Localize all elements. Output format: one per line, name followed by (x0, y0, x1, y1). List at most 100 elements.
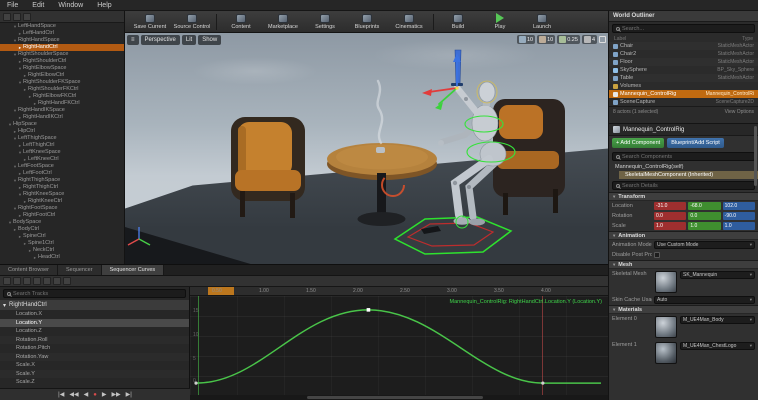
rig-tree-item[interactable]: ▾ RightFootSpace (0, 205, 124, 212)
settings-icon[interactable] (13, 12, 21, 21)
track-row-selected[interactable]: Location.Y (0, 318, 189, 327)
track-row[interactable]: Scale.Z (0, 378, 189, 387)
menu-item-file[interactable]: File (0, 2, 25, 9)
rig-tree-item[interactable]: ▸ RightElbowFKCtrl (0, 93, 124, 100)
rig-tree-item[interactable]: ▾ RightElbowSpace (0, 65, 124, 72)
marketplace-button[interactable]: Marketplace (262, 11, 304, 33)
rig-tree-item[interactable]: ▾ RightShoulderFKSpace (0, 79, 124, 86)
track-row[interactable]: Location.X (0, 310, 189, 319)
launch-button[interactable]: Launch (521, 11, 563, 33)
rig-tree-item[interactable]: ▾ RightKneeSpace (0, 191, 124, 198)
post-process-checkbox[interactable] (654, 252, 660, 258)
filter-icon[interactable] (3, 12, 11, 21)
rig-tree-item[interactable]: ▸ LeftHandCtrl (0, 30, 124, 37)
add-script-button[interactable]: Blueprint/Add Script (667, 138, 724, 148)
rig-tree-item[interactable]: ▸ RightFootCtrl (0, 212, 124, 219)
rig-tree-item[interactable]: ▸ RightShoulderCtrl (0, 58, 124, 65)
play-forward-button[interactable]: ▶ (102, 391, 107, 398)
rig-tree-item[interactable]: ▸ LeftKneeCtrl (0, 156, 124, 163)
details-scrollbar[interactable] (754, 126, 757, 186)
rig-tree-item[interactable]: ▾ LeftThighSpace (0, 135, 124, 142)
outliner-row[interactable]: SceneCapture SceneCapture2D (609, 98, 758, 106)
location-x-field[interactable]: -31.0 (654, 202, 687, 210)
camera-speed-button[interactable]: 4 (581, 35, 597, 44)
translate-gizmo[interactable] (422, 53, 461, 110)
component-row-self[interactable]: Mannequin_ControlRig(self) (609, 163, 758, 171)
step-back-button[interactable]: ◀◀ (69, 391, 78, 398)
tangent-auto-icon[interactable] (43, 277, 51, 285)
viewport-options-icon[interactable]: ≡ (127, 35, 139, 45)
settings-button[interactable]: Settings (304, 11, 346, 33)
skin-cache-dropdown[interactable]: Auto ▾ (654, 296, 755, 304)
scale-x-field[interactable]: 1.0 (654, 222, 687, 230)
material-thumbnail[interactable] (655, 316, 677, 338)
column-label[interactable]: Label (614, 36, 626, 42)
rig-tree-item[interactable]: ▸ LeftThighCtrl (0, 142, 124, 149)
rig-tree-item[interactable]: ▾ RightThighSpace (0, 177, 124, 184)
outliner-row[interactable]: SkySphere BP_Sky_Sphere (609, 66, 758, 74)
transform-section-header[interactable]: ▾ Transform (609, 192, 758, 201)
show-button[interactable]: Show (198, 35, 222, 45)
curve-key[interactable] (194, 381, 198, 385)
horizontal-scrollbar[interactable] (190, 395, 608, 400)
skeletal-mesh-thumbnail[interactable] (655, 271, 677, 293)
column-type[interactable]: Type (742, 36, 753, 42)
track-row[interactable]: Rotation.Roll (0, 335, 189, 344)
tab-content-browser[interactable]: Content Browser (0, 265, 58, 275)
track-row[interactable]: Rotation.Pitch (0, 344, 189, 353)
rig-tree-item[interactable]: ▾ LeftKneeSpace (0, 149, 124, 156)
scale-y-field[interactable]: 1.0 (688, 222, 721, 230)
rig-tree-item[interactable]: ▸ LeftFootCtrl (0, 170, 124, 177)
rig-tree-item[interactable]: ▾ RightShoulderSpace (0, 51, 124, 58)
add-component-button[interactable]: + Add Component (612, 138, 665, 148)
track-row[interactable]: Rotation.Yaw (0, 352, 189, 361)
step-forward-button[interactable]: ▶▶ (111, 391, 120, 398)
animation-section-header[interactable]: ▾ Animation (609, 231, 758, 240)
curve-key-selected[interactable] (366, 308, 371, 312)
track-search-input[interactable] (13, 290, 182, 297)
skeletal-mesh-dropdown[interactable]: SK_Mannequin ▾ (680, 271, 755, 279)
rotation-snap-toggle[interactable]: 10 (537, 35, 556, 44)
menu-item-edit[interactable]: Edit (25, 2, 51, 9)
track-row[interactable]: Location.Z (0, 327, 189, 336)
play-reverse-button[interactable]: ◀ (84, 391, 89, 398)
track-search[interactable] (3, 289, 186, 298)
outliner-row[interactable]: Chair StaticMeshActor (609, 42, 758, 50)
tab-sequencer-curves[interactable]: Sequencer Curves (101, 265, 165, 275)
world-outliner-tab[interactable]: World Outliner (609, 11, 758, 22)
content-browser-button[interactable]: Content (220, 11, 262, 33)
location-y-field[interactable]: -68.0 (688, 202, 721, 210)
outliner-search-input[interactable] (622, 25, 751, 32)
perspective-button[interactable]: Perspective (140, 35, 180, 45)
rig-tree-item[interactable]: ▸ RightShoulderFKCtrl (0, 86, 124, 93)
rig-tree-item[interactable]: ▾ LeftFootSpace (0, 163, 124, 170)
outliner-row[interactable]: Floor StaticMeshActor (609, 58, 758, 66)
component-search[interactable] (612, 152, 755, 161)
keyframe-icon[interactable] (33, 277, 41, 285)
rotation-z-field[interactable]: -90.0 (722, 212, 755, 220)
scale-snap-toggle[interactable]: 0.25 (557, 35, 580, 44)
save-current-button[interactable]: Save Current (129, 11, 171, 33)
record-button[interactable]: ● (93, 392, 97, 398)
scrollbar-thumb[interactable] (307, 396, 483, 399)
view-options-button[interactable]: View Options (725, 109, 754, 115)
outliner-row[interactable]: Chair2 StaticMeshActor (609, 50, 758, 58)
chair-left[interactable] (231, 117, 305, 218)
material-dropdown[interactable]: M_UE4Man_Body ▾ (680, 316, 755, 324)
go-to-start-button[interactable]: |◀ (58, 391, 64, 398)
animation-curve[interactable] (190, 296, 608, 395)
track-row[interactable]: Scale.Y (0, 369, 189, 378)
scale-z-field[interactable]: 1.0 (722, 222, 755, 230)
animation-mode-dropdown[interactable]: Use Custom Mode ▾ (654, 241, 755, 249)
curve-plot-area[interactable]: 15 10 5 0 Mannequin_ControlRig: RightHan… (190, 296, 608, 395)
maximize-viewport-button[interactable] (599, 36, 606, 43)
material-dropdown[interactable]: M_UE4Man_ChestLogo ▾ (680, 342, 755, 350)
cinematics-button[interactable]: Cinematics (388, 11, 430, 33)
outliner-row[interactable]: Table StaticMeshActor (609, 74, 758, 82)
rotation-x-field[interactable]: 0.0 (654, 212, 687, 220)
rig-tree-item[interactable]: ▸ Spine1Ctrl (0, 240, 124, 247)
component-row-skeletal-mesh[interactable]: SkeletalMeshComponent (Inherited) (619, 171, 758, 179)
outliner-row-selected[interactable]: Mannequin_ControlRig Mannequin_ControlRi (609, 90, 758, 98)
play-button[interactable]: Play (479, 11, 521, 33)
level-viewport[interactable]: ≡ Perspective Lit Show 10 10 0.25 4 (125, 33, 608, 264)
